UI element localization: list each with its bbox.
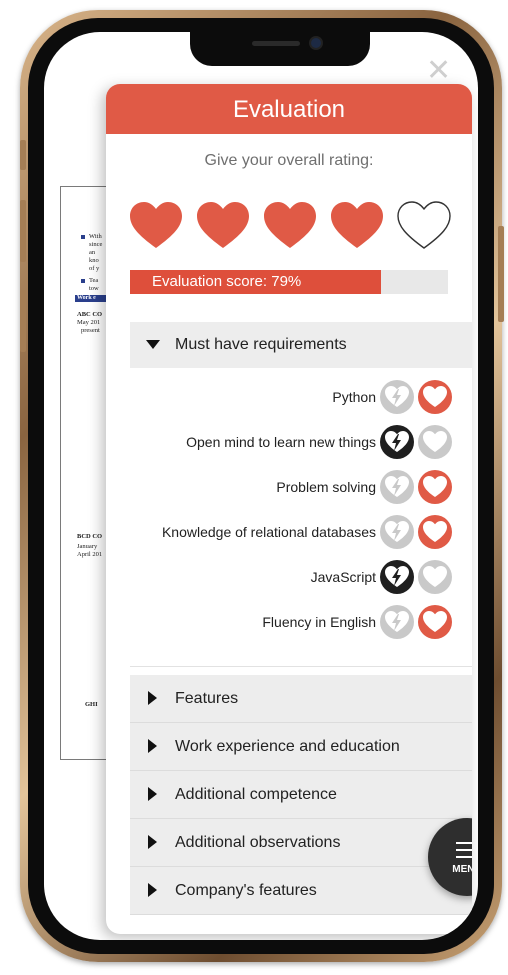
doc-line: of y (89, 265, 100, 272)
requirement-label: Knowledge of relational databases (161, 524, 376, 540)
doc-line: an (89, 249, 96, 256)
heart-icon[interactable] (418, 560, 452, 594)
evaluation-panel: Evaluation Give your overall rating: Eva… (106, 84, 472, 934)
requirements-list: Python Open mind to learn new things Probl… (130, 368, 472, 667)
caret-right-icon (148, 883, 157, 897)
doc-line: kno (89, 257, 99, 264)
requirement-row: Problem solving (130, 467, 472, 507)
broken-heart-icon[interactable] (380, 605, 414, 639)
doc-line: GHI (85, 701, 98, 708)
heart-icon[interactable] (418, 605, 452, 639)
caret-right-icon (148, 787, 157, 801)
doc-bullet (81, 279, 85, 283)
requirement-label: Fluency in English (262, 614, 376, 630)
doc-line: Tea (89, 277, 99, 284)
caret-right-icon (148, 739, 157, 753)
phone-screen: With since an kno of y Tea tow Work e AB… (44, 32, 478, 940)
volume-down-button (20, 290, 26, 352)
caret-down-icon (146, 340, 160, 349)
doc-line: With (89, 233, 102, 240)
requirement-label: Python (332, 389, 376, 405)
heart-empty-icon[interactable] (396, 200, 452, 252)
heart-filled-icon[interactable] (195, 200, 251, 252)
section-header[interactable]: Work experience and education (130, 723, 472, 771)
score-bar: Evaluation score: 79% (130, 270, 448, 294)
doc-line: BCD CO (77, 533, 103, 540)
requirement-row: Knowledge of relational databases (130, 512, 472, 552)
broken-heart-icon[interactable] (380, 470, 414, 504)
doc-line: May 201 (77, 319, 101, 326)
section-title: Additional competence (175, 786, 337, 803)
section-header[interactable]: Additional competence (130, 771, 472, 819)
close-icon[interactable]: ✕ (426, 56, 451, 86)
caret-right-icon (148, 835, 157, 849)
requirement-label: Open mind to learn new things (186, 434, 376, 450)
section-title: Must have requirements (175, 336, 347, 353)
doc-line: ABC CO (77, 311, 103, 318)
broken-heart-icon[interactable] (380, 515, 414, 549)
mute-switch (20, 140, 26, 170)
caret-right-icon (148, 691, 157, 705)
heart-icon[interactable] (418, 425, 452, 459)
front-camera (311, 38, 321, 48)
hamburger-icon (456, 842, 472, 863)
section-header-requirements[interactable]: Must have requirements (130, 322, 472, 368)
doc-line: tow (89, 285, 99, 292)
rating-hearts (128, 200, 458, 256)
heart-filled-icon[interactable] (262, 200, 318, 252)
section-title: Company's features (175, 882, 317, 899)
doc-line: since (89, 241, 103, 248)
doc-line: January (77, 543, 98, 550)
requirement-row: Fluency in English (130, 602, 472, 642)
heart-icon[interactable] (418, 470, 452, 504)
requirement-label: JavaScript (310, 569, 376, 585)
rating-prompt: Give your overall rating: (204, 152, 374, 169)
phone-notch (190, 32, 370, 66)
section-title: Features (175, 690, 239, 707)
section-header[interactable]: Company's features (130, 867, 472, 915)
section-title: Work experience and education (175, 738, 400, 755)
requirement-label: Problem solving (276, 479, 376, 495)
speaker-grille (252, 41, 300, 46)
requirement-row: Open mind to learn new things (130, 422, 472, 462)
broken-heart-icon[interactable] (380, 425, 414, 459)
heart-filled-icon[interactable] (329, 200, 385, 252)
section-title: Additional observations (175, 834, 341, 851)
doc-bullet (81, 235, 85, 239)
heart-icon[interactable] (418, 515, 452, 549)
score-label: Evaluation score: 79% (152, 273, 302, 290)
broken-heart-icon[interactable] (380, 380, 414, 414)
doc-line: present (81, 327, 100, 334)
menu-label: MENU (452, 864, 472, 875)
heart-icon[interactable] (418, 380, 452, 414)
power-button (498, 226, 504, 322)
doc-line: April 201 (77, 551, 103, 558)
heart-filled-icon[interactable] (128, 200, 184, 252)
broken-heart-icon[interactable] (380, 560, 414, 594)
section-header[interactable]: Features (130, 675, 472, 723)
section-header[interactable]: Additional observations (130, 819, 472, 867)
panel-title: Evaluation (106, 84, 472, 134)
requirement-row: JavaScript (130, 557, 472, 597)
volume-up-button (20, 200, 26, 262)
requirement-row: Python (130, 377, 472, 417)
